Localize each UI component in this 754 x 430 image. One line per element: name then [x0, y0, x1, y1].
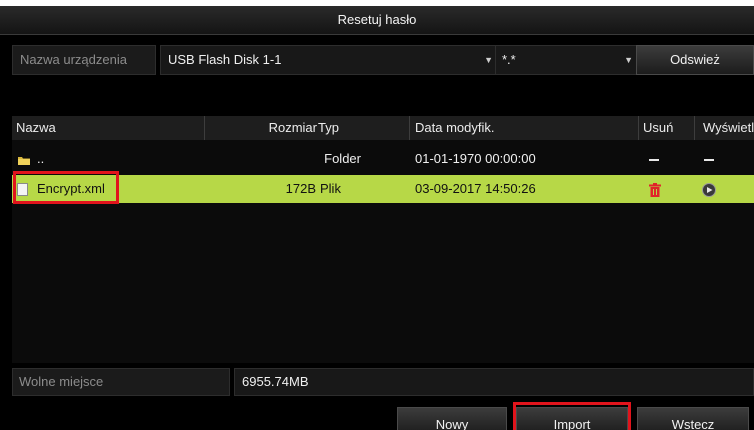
device-name-label: Nazwa urządzenia	[12, 45, 156, 75]
trash-icon[interactable]	[649, 175, 661, 203]
device-select[interactable]: USB Flash Disk 1-1 ▼	[160, 45, 500, 75]
table-row-selected[interactable]: Encrypt.xml 172B Plik 03-09-2017 14:50:2…	[12, 175, 754, 203]
file-filter-value: *.*	[502, 52, 516, 67]
back-button[interactable]: Wstecz	[637, 407, 749, 430]
chevron-down-icon: ▼	[624, 55, 633, 65]
file-modified: 01-01-1970 00:00:00	[415, 151, 536, 166]
col-delete-header: Usuń	[638, 116, 673, 140]
file-name: ..	[37, 151, 45, 166]
new-button[interactable]: Nowy	[397, 407, 507, 430]
device-row: Nazwa urządzenia USB Flash Disk 1-1 ▼ *.…	[12, 45, 754, 75]
highlight-box-file	[13, 171, 119, 204]
col-view-header: Wyświetl	[694, 116, 754, 140]
file-table: Nazwa Rozmiar Typ Data modyfik. Usuń Wyś…	[12, 116, 754, 363]
device-select-value: USB Flash Disk 1-1	[168, 52, 282, 67]
dialog-title: Resetuj hasło	[0, 6, 754, 35]
free-space-label: Wolne miejsce	[12, 368, 230, 396]
col-size-header[interactable]: Rozmiar	[204, 116, 317, 140]
file-modified: 03-09-2017 14:50:26	[415, 181, 536, 196]
col-name-header[interactable]: Nazwa	[16, 116, 56, 140]
file-type: Plik	[320, 181, 341, 196]
chevron-down-icon: ▼	[484, 55, 493, 65]
view-disabled-indicator	[704, 145, 714, 173]
status-row: Wolne miejsce 6955.74MB	[12, 368, 754, 396]
table-row[interactable]: .. Folder 01-01-1970 00:00:00	[12, 145, 754, 173]
file-filter-select[interactable]: *.* ▼	[495, 45, 640, 75]
file-size: 172B	[285, 181, 316, 196]
file-type: Folder	[324, 151, 361, 166]
play-icon[interactable]	[702, 175, 716, 203]
col-type-header[interactable]: Typ	[318, 116, 339, 140]
reset-password-dialog: Resetuj hasło Nazwa urządzenia USB Flash…	[0, 6, 754, 430]
free-space-value: 6955.74MB	[234, 368, 754, 396]
col-modified-header[interactable]: Data modyfik.	[409, 116, 494, 140]
delete-disabled-indicator	[649, 145, 659, 173]
table-header: Nazwa Rozmiar Typ Data modyfik. Usuń Wyś…	[12, 116, 754, 140]
refresh-button[interactable]: Odswież	[636, 45, 754, 75]
folder-up-icon	[17, 145, 31, 173]
highlight-box-import	[513, 402, 631, 430]
